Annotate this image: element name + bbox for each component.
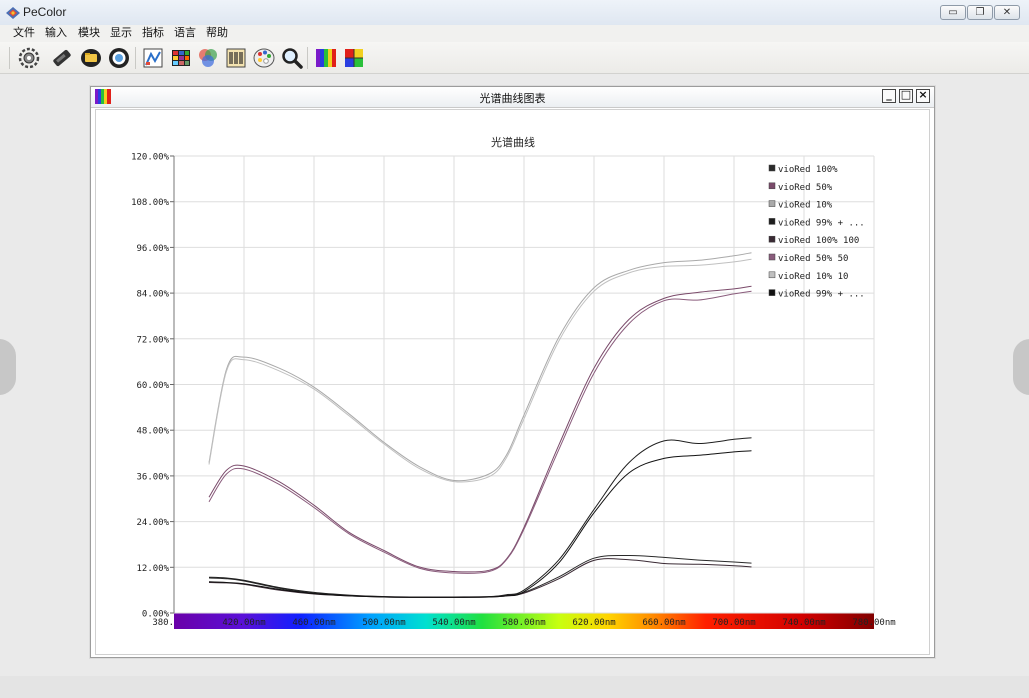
chart-plot-area: 光谱曲线 0.00% 12.00% 24.00% 36.00% 48.00% 60.00%…: [95, 109, 930, 655]
y-tick-label: 96.00%: [136, 244, 169, 254]
y-tick-label: 60.00%: [136, 381, 169, 391]
y-tick-label: 48.00%: [136, 427, 169, 437]
x-tick-label: 460.00nm: [292, 618, 335, 628]
series-line: [208, 558, 752, 598]
window-close-button[interactable]: ✕: [994, 5, 1020, 20]
x-tick-label: 500.00nm: [362, 618, 405, 628]
chart-title: 光谱曲线: [491, 135, 535, 149]
legend-swatch: [768, 218, 776, 225]
x-tick-label: 780.00nm: [852, 618, 895, 628]
legend-swatch: [768, 289, 776, 296]
close-icon: ✕: [1002, 7, 1012, 18]
legend-entry: vioRed 50%: [778, 183, 833, 193]
legend-entry: vioRed 99% + ...: [778, 218, 865, 228]
legend-entry: vioRed 99% + ...: [778, 290, 865, 300]
window-minimize-button[interactable]: ▭: [940, 5, 966, 20]
x-tick-label: 580.00nm: [502, 618, 545, 628]
legend-entry: vioRed 100% 100: [778, 236, 859, 246]
legend-entry: vioRed 10% 10: [778, 272, 848, 282]
x-tick-label: 420.00nm: [222, 618, 265, 628]
series-line: [208, 285, 752, 573]
legend-swatch: [768, 164, 776, 172]
x-tick-label: 380.: [152, 618, 174, 628]
legend-swatch: [768, 235, 776, 243]
y-tick-label: 36.00%: [136, 472, 169, 482]
x-tick-label: 660.00nm: [642, 618, 685, 628]
legend-entry: vioRed 100%: [778, 165, 838, 175]
series-line: [208, 290, 752, 574]
legend-swatch: [768, 200, 776, 207]
y-tick-label: 120.00%: [131, 153, 170, 163]
scroll-right-handle[interactable]: [1013, 339, 1029, 395]
legend-swatch: [768, 271, 776, 279]
spectral-chart-window: 光谱曲线图表 _ □ × 光谱曲线 0.00% 12.00% 24.00% 36…: [90, 86, 935, 658]
series-line: [208, 252, 752, 482]
legend-entry: vioRed 50% 50: [778, 254, 848, 264]
minimize-icon: ▭: [948, 7, 958, 18]
series-line: [208, 450, 752, 598]
legend-swatch: [768, 253, 776, 261]
restore-icon: ❐: [975, 7, 985, 18]
x-tick-label: 740.00nm: [782, 618, 825, 628]
y-tick-label: 108.00%: [131, 198, 170, 208]
x-tick-label: 540.00nm: [432, 618, 475, 628]
window-restore-button[interactable]: ❐: [967, 5, 993, 20]
y-tick-label: 72.00%: [136, 335, 169, 345]
spectral-curve-chart: 光谱曲线 0.00%12.00%24.00%36.00%48.00%60.00%…: [131, 135, 896, 629]
status-strip: [0, 676, 1029, 698]
legend-swatch: [768, 182, 776, 190]
y-tick-label: 24.00%: [136, 518, 169, 528]
y-tick-label: 84.00%: [136, 290, 169, 300]
y-tick-label: 12.00%: [136, 564, 169, 574]
x-tick-label: 700.00nm: [712, 618, 755, 628]
x-tick-label: 620.00nm: [572, 618, 615, 628]
legend-entry: vioRed 10%: [778, 201, 833, 211]
